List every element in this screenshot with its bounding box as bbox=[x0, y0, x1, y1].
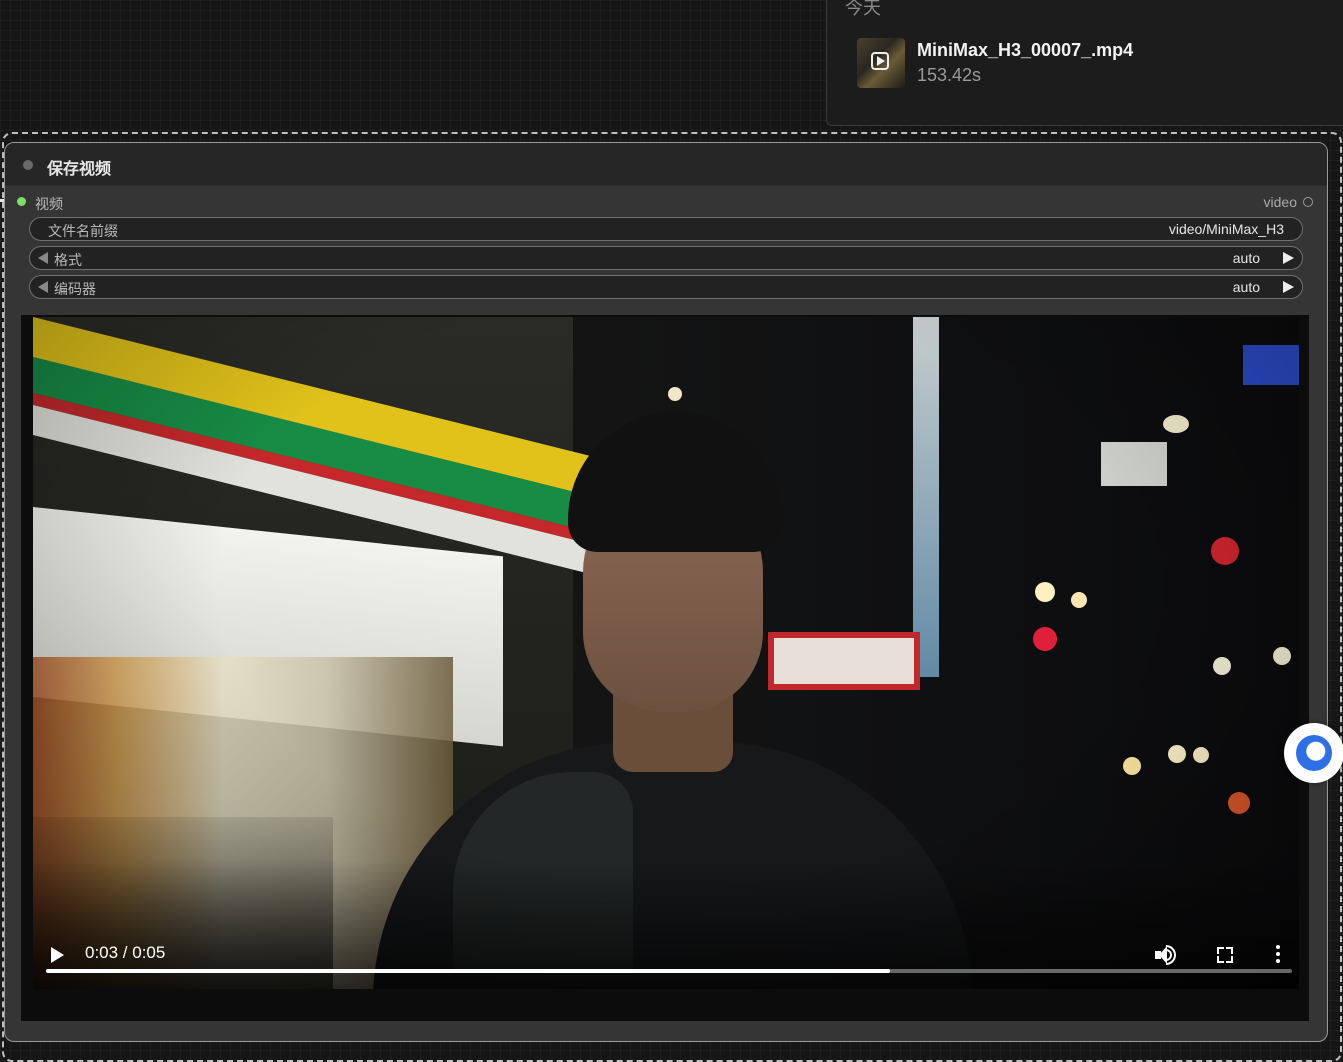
io-row: 视频 video bbox=[5, 191, 1327, 213]
collapse-dot-icon[interactable] bbox=[23, 160, 33, 170]
filename-prefix-value: video/MiniMax_H3 bbox=[1168, 221, 1284, 237]
arrow-right-icon[interactable] bbox=[1283, 252, 1294, 264]
progress-fill bbox=[46, 969, 890, 973]
filename-prefix-label: 文件名前缀 bbox=[48, 223, 118, 239]
save-video-node[interactable]: 保存视频 视频 video 文件名前缀 video/MiniMax_H3 格式 … bbox=[4, 142, 1328, 1042]
arrow-left-icon[interactable] bbox=[38, 281, 48, 293]
history-day-label: 今天 bbox=[845, 0, 881, 18]
history-duration: 153.42s bbox=[917, 65, 982, 85]
format-value: auto bbox=[1232, 250, 1260, 266]
video-player[interactable]: 0:03 / 0:05 bbox=[21, 315, 1309, 1021]
arrow-left-icon[interactable] bbox=[38, 252, 48, 264]
volume-icon[interactable] bbox=[1153, 945, 1177, 965]
play-icon bbox=[871, 52, 889, 70]
fullscreen-icon[interactable] bbox=[1217, 947, 1233, 963]
codec-combo[interactable]: 编码器 auto bbox=[29, 275, 1303, 299]
arrow-right-icon[interactable] bbox=[1283, 281, 1294, 293]
input-slot-dot-icon[interactable] bbox=[17, 197, 26, 206]
output-slot-dot-icon[interactable] bbox=[1303, 197, 1313, 207]
video-controls: 0:03 / 0:05 bbox=[21, 935, 1309, 995]
time-display: 0:03 / 0:05 bbox=[85, 943, 166, 962]
progress-bar[interactable] bbox=[46, 969, 1292, 973]
format-combo[interactable]: 格式 auto bbox=[29, 246, 1303, 270]
video-thumbnail[interactable] bbox=[857, 38, 905, 88]
video-frame bbox=[33, 317, 1299, 989]
codec-label: 编码器 bbox=[54, 281, 96, 297]
node-header[interactable]: 保存视频 bbox=[5, 143, 1327, 186]
filename-prefix-field[interactable]: 文件名前缀 video/MiniMax_H3 bbox=[29, 217, 1303, 241]
input-slot-label: 视频 bbox=[35, 196, 63, 212]
history-filename[interactable]: MiniMax_H3_00007_.mp4 bbox=[917, 40, 1133, 61]
codec-value: auto bbox=[1232, 279, 1260, 295]
output-slot-label: video bbox=[1263, 194, 1297, 210]
format-label: 格式 bbox=[54, 252, 82, 268]
queue-history-panel: 今天 MiniMax_H3_00007_.mp4 153.42s bbox=[826, 0, 1343, 126]
more-vertical-icon[interactable] bbox=[1275, 945, 1281, 965]
assistant-bubble-icon[interactable] bbox=[1284, 723, 1343, 783]
play-icon[interactable] bbox=[51, 947, 64, 963]
node-title: 保存视频 bbox=[47, 161, 112, 178]
